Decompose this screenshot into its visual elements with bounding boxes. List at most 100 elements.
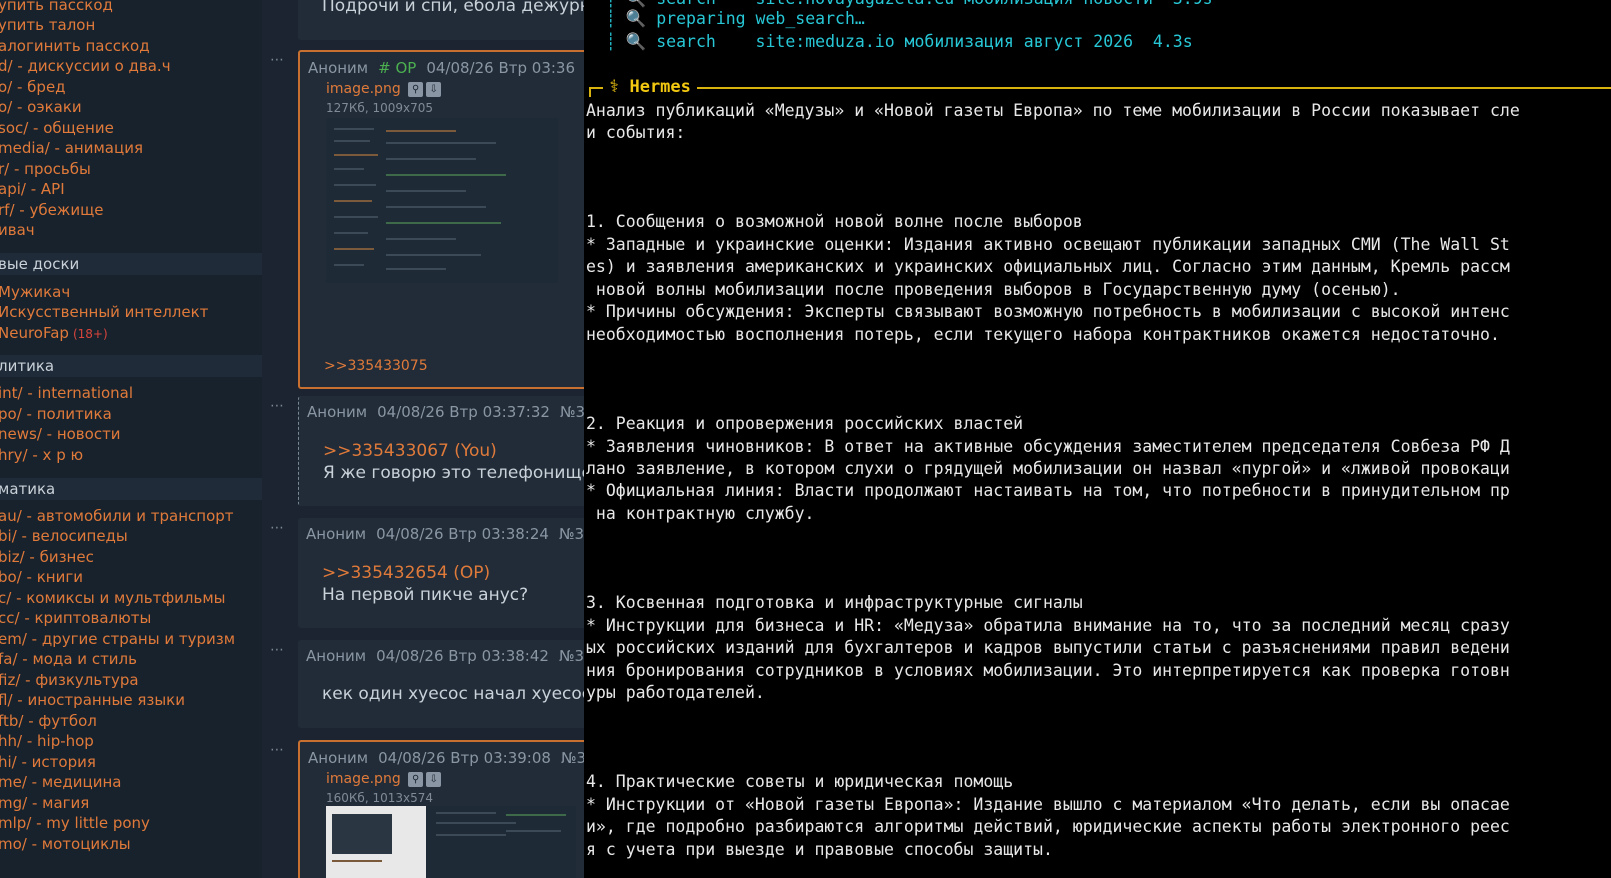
board-link-label[interactable]: em/ - другие страны и туризм bbox=[0, 630, 235, 648]
board-link-label[interactable]: ивач bbox=[0, 221, 35, 239]
board-link[interactable]: mg/ - магия bbox=[0, 794, 89, 812]
board-link[interactable]: fl/ - иностранные языки bbox=[0, 691, 185, 709]
post-number[interactable]: №3 bbox=[559, 525, 584, 543]
board-link[interactable]: упить пасскод bbox=[0, 0, 113, 14]
board-link-label[interactable]: soc/ - общение bbox=[0, 119, 114, 137]
download-icon[interactable]: ⇩ bbox=[426, 771, 442, 787]
board-link-label[interactable]: news/ - новости bbox=[0, 425, 121, 443]
board-link-label[interactable]: ftb/ - футбол bbox=[0, 712, 97, 730]
post-number[interactable]: №3 bbox=[559, 647, 584, 665]
board-link[interactable]: ивач bbox=[0, 221, 35, 239]
attachment[interactable]: image.png ⚲ ⇩ bbox=[326, 81, 442, 97]
board-link[interactable]: hi/ - история bbox=[0, 753, 96, 771]
board-link[interactable]: d/ - дискуссии о два.ч bbox=[0, 57, 171, 75]
board-link[interactable]: алогинить пасскод bbox=[0, 37, 150, 55]
board-link-label[interactable]: media/ - анимация bbox=[0, 139, 143, 157]
hermes-response-header: ⚕ Hermes bbox=[589, 77, 1611, 99]
reply-link[interactable]: >>335432654 (OP) bbox=[322, 563, 490, 583]
board-link-label[interactable]: d/ - дискуссии о два.ч bbox=[0, 57, 171, 75]
download-icon[interactable]: ⇩ bbox=[426, 81, 442, 97]
board-link-label[interactable]: me/ - медицина bbox=[0, 773, 121, 791]
board-link-label[interactable]: mg/ - магия bbox=[0, 794, 89, 812]
terminal-window[interactable]: ┊ 🔍 search site:novayagazeta.eu мобилиза… bbox=[584, 0, 1611, 878]
board-link[interactable]: Мужикач bbox=[0, 283, 70, 301]
search-image-icon[interactable]: ⚲ bbox=[408, 771, 424, 787]
board-link-label[interactable]: fa/ - мода и стиль bbox=[0, 650, 137, 668]
board-link[interactable]: cc/ - криптовалюты bbox=[0, 609, 151, 627]
board-link-label[interactable]: api/ - API bbox=[0, 180, 65, 198]
image-thumbnail[interactable] bbox=[326, 806, 576, 878]
attachment[interactable]: image.png ⚲ ⇩ bbox=[326, 771, 442, 787]
post-number[interactable]: №3 bbox=[560, 403, 584, 421]
board-link[interactable]: rf/ - убежище bbox=[0, 201, 103, 219]
board-link-label[interactable]: NeuroFap bbox=[0, 324, 69, 342]
reply-link[interactable]: >>335433075 bbox=[324, 358, 428, 374]
board-link-label[interactable]: po/ - политика bbox=[0, 405, 112, 423]
board-link[interactable]: ftb/ - футбол bbox=[0, 712, 97, 730]
board-link-label[interactable]: cc/ - криптовалюты bbox=[0, 609, 151, 627]
board-link[interactable]: mo/ - мотоциклы bbox=[0, 835, 131, 853]
board-link[interactable]: bo/ - книги bbox=[0, 568, 83, 586]
board-link-label[interactable]: o/ - оэкаки bbox=[0, 98, 82, 116]
board-link[interactable]: soc/ - общение bbox=[0, 119, 114, 137]
board-link[interactable]: hry/ - х р ю bbox=[0, 446, 83, 464]
board-link[interactable]: media/ - анимация bbox=[0, 139, 143, 157]
board-link-label[interactable]: int/ - international bbox=[0, 384, 133, 402]
file-name[interactable]: image.png bbox=[326, 81, 401, 97]
board-link-label[interactable]: упить пасскод bbox=[0, 0, 113, 14]
board-link-label[interactable]: mlp/ - my little pony bbox=[0, 814, 150, 832]
post-menu-icon[interactable]: ⋯ bbox=[270, 520, 284, 536]
board-link-label[interactable]: bo/ - книги bbox=[0, 568, 83, 586]
board-link-label[interactable]: алогинить пасскод bbox=[0, 37, 150, 55]
board-link-label[interactable]: mo/ - мотоциклы bbox=[0, 835, 131, 853]
post-number[interactable]: №3 bbox=[561, 749, 584, 767]
board-link-label[interactable]: o/ - бред bbox=[0, 78, 66, 96]
board-link-label[interactable]: hh/ - hip-hop bbox=[0, 732, 94, 750]
board-link[interactable]: hh/ - hip-hop bbox=[0, 732, 94, 750]
board-link-label[interactable]: r/ - просьбы bbox=[0, 160, 91, 178]
board-link-label[interactable]: au/ - автомобили и транспорт bbox=[0, 507, 234, 525]
board-link-label[interactable]: c/ - комиксы и мультфильмы bbox=[0, 589, 226, 607]
post-menu-icon[interactable]: ⋯ bbox=[270, 742, 284, 758]
file-name[interactable]: image.png bbox=[326, 771, 401, 787]
board-link-label[interactable]: rf/ - убежище bbox=[0, 201, 103, 219]
board-link-label[interactable]: Мужикач bbox=[0, 283, 70, 301]
category-politics[interactable]: литика bbox=[0, 355, 262, 377]
search-image-icon[interactable]: ⚲ bbox=[408, 81, 424, 97]
board-link[interactable]: em/ - другие страны и туризм bbox=[0, 630, 235, 648]
post-menu-icon[interactable]: ⋯ bbox=[270, 642, 284, 658]
board-link[interactable]: o/ - бред bbox=[0, 78, 66, 96]
board-link[interactable]: r/ - просьбы bbox=[0, 160, 91, 178]
board-link[interactable]: api/ - API bbox=[0, 180, 65, 198]
board-link[interactable]: po/ - политика bbox=[0, 405, 112, 423]
category-thematic[interactable]: матика bbox=[0, 478, 262, 500]
board-link[interactable]: fa/ - мода и стиль bbox=[0, 650, 137, 668]
post-text: кек один хуесос начал хуесос bbox=[322, 684, 584, 704]
board-link[interactable]: int/ - international bbox=[0, 384, 133, 402]
board-link[interactable]: упить талон bbox=[0, 16, 95, 34]
image-thumbnail[interactable] bbox=[326, 118, 558, 283]
board-link-label[interactable]: fl/ - иностранные языки bbox=[0, 691, 185, 709]
board-link-label[interactable]: Искусственный интеллект bbox=[0, 303, 208, 321]
board-link-label[interactable]: biz/ - бизнес bbox=[0, 548, 94, 566]
board-link[interactable]: mlp/ - my little pony bbox=[0, 814, 150, 832]
board-link[interactable]: me/ - медицина bbox=[0, 773, 121, 791]
board-link[interactable]: fiz/ - физкультура bbox=[0, 671, 139, 689]
board-link-label[interactable]: fiz/ - физкультура bbox=[0, 671, 139, 689]
post-menu-icon[interactable]: ⋯ bbox=[270, 398, 284, 414]
board-link[interactable]: au/ - автомобили и транспорт bbox=[0, 507, 234, 525]
board-link[interactable]: o/ - оэкаки bbox=[0, 98, 82, 116]
board-link-label[interactable]: упить талон bbox=[0, 16, 95, 34]
board-link[interactable]: c/ - комиксы и мультфильмы bbox=[0, 589, 226, 607]
post-menu-icon[interactable]: ⋯ bbox=[270, 52, 284, 68]
board-link[interactable]: NeuroFap (18+) bbox=[0, 324, 108, 343]
board-link-label[interactable]: bi/ - велосипеды bbox=[0, 527, 128, 545]
board-link[interactable]: bi/ - велосипеды bbox=[0, 527, 128, 545]
reply-link[interactable]: >>335433067 (You) bbox=[323, 441, 497, 461]
board-link[interactable]: biz/ - бизнес bbox=[0, 548, 94, 566]
category-new-boards[interactable]: вые доски bbox=[0, 253, 262, 275]
board-link-label[interactable]: hi/ - история bbox=[0, 753, 96, 771]
board-link[interactable]: Искусственный интеллект bbox=[0, 303, 208, 321]
board-link-label[interactable]: hry/ - х р ю bbox=[0, 446, 83, 464]
board-link[interactable]: news/ - новости bbox=[0, 425, 121, 443]
